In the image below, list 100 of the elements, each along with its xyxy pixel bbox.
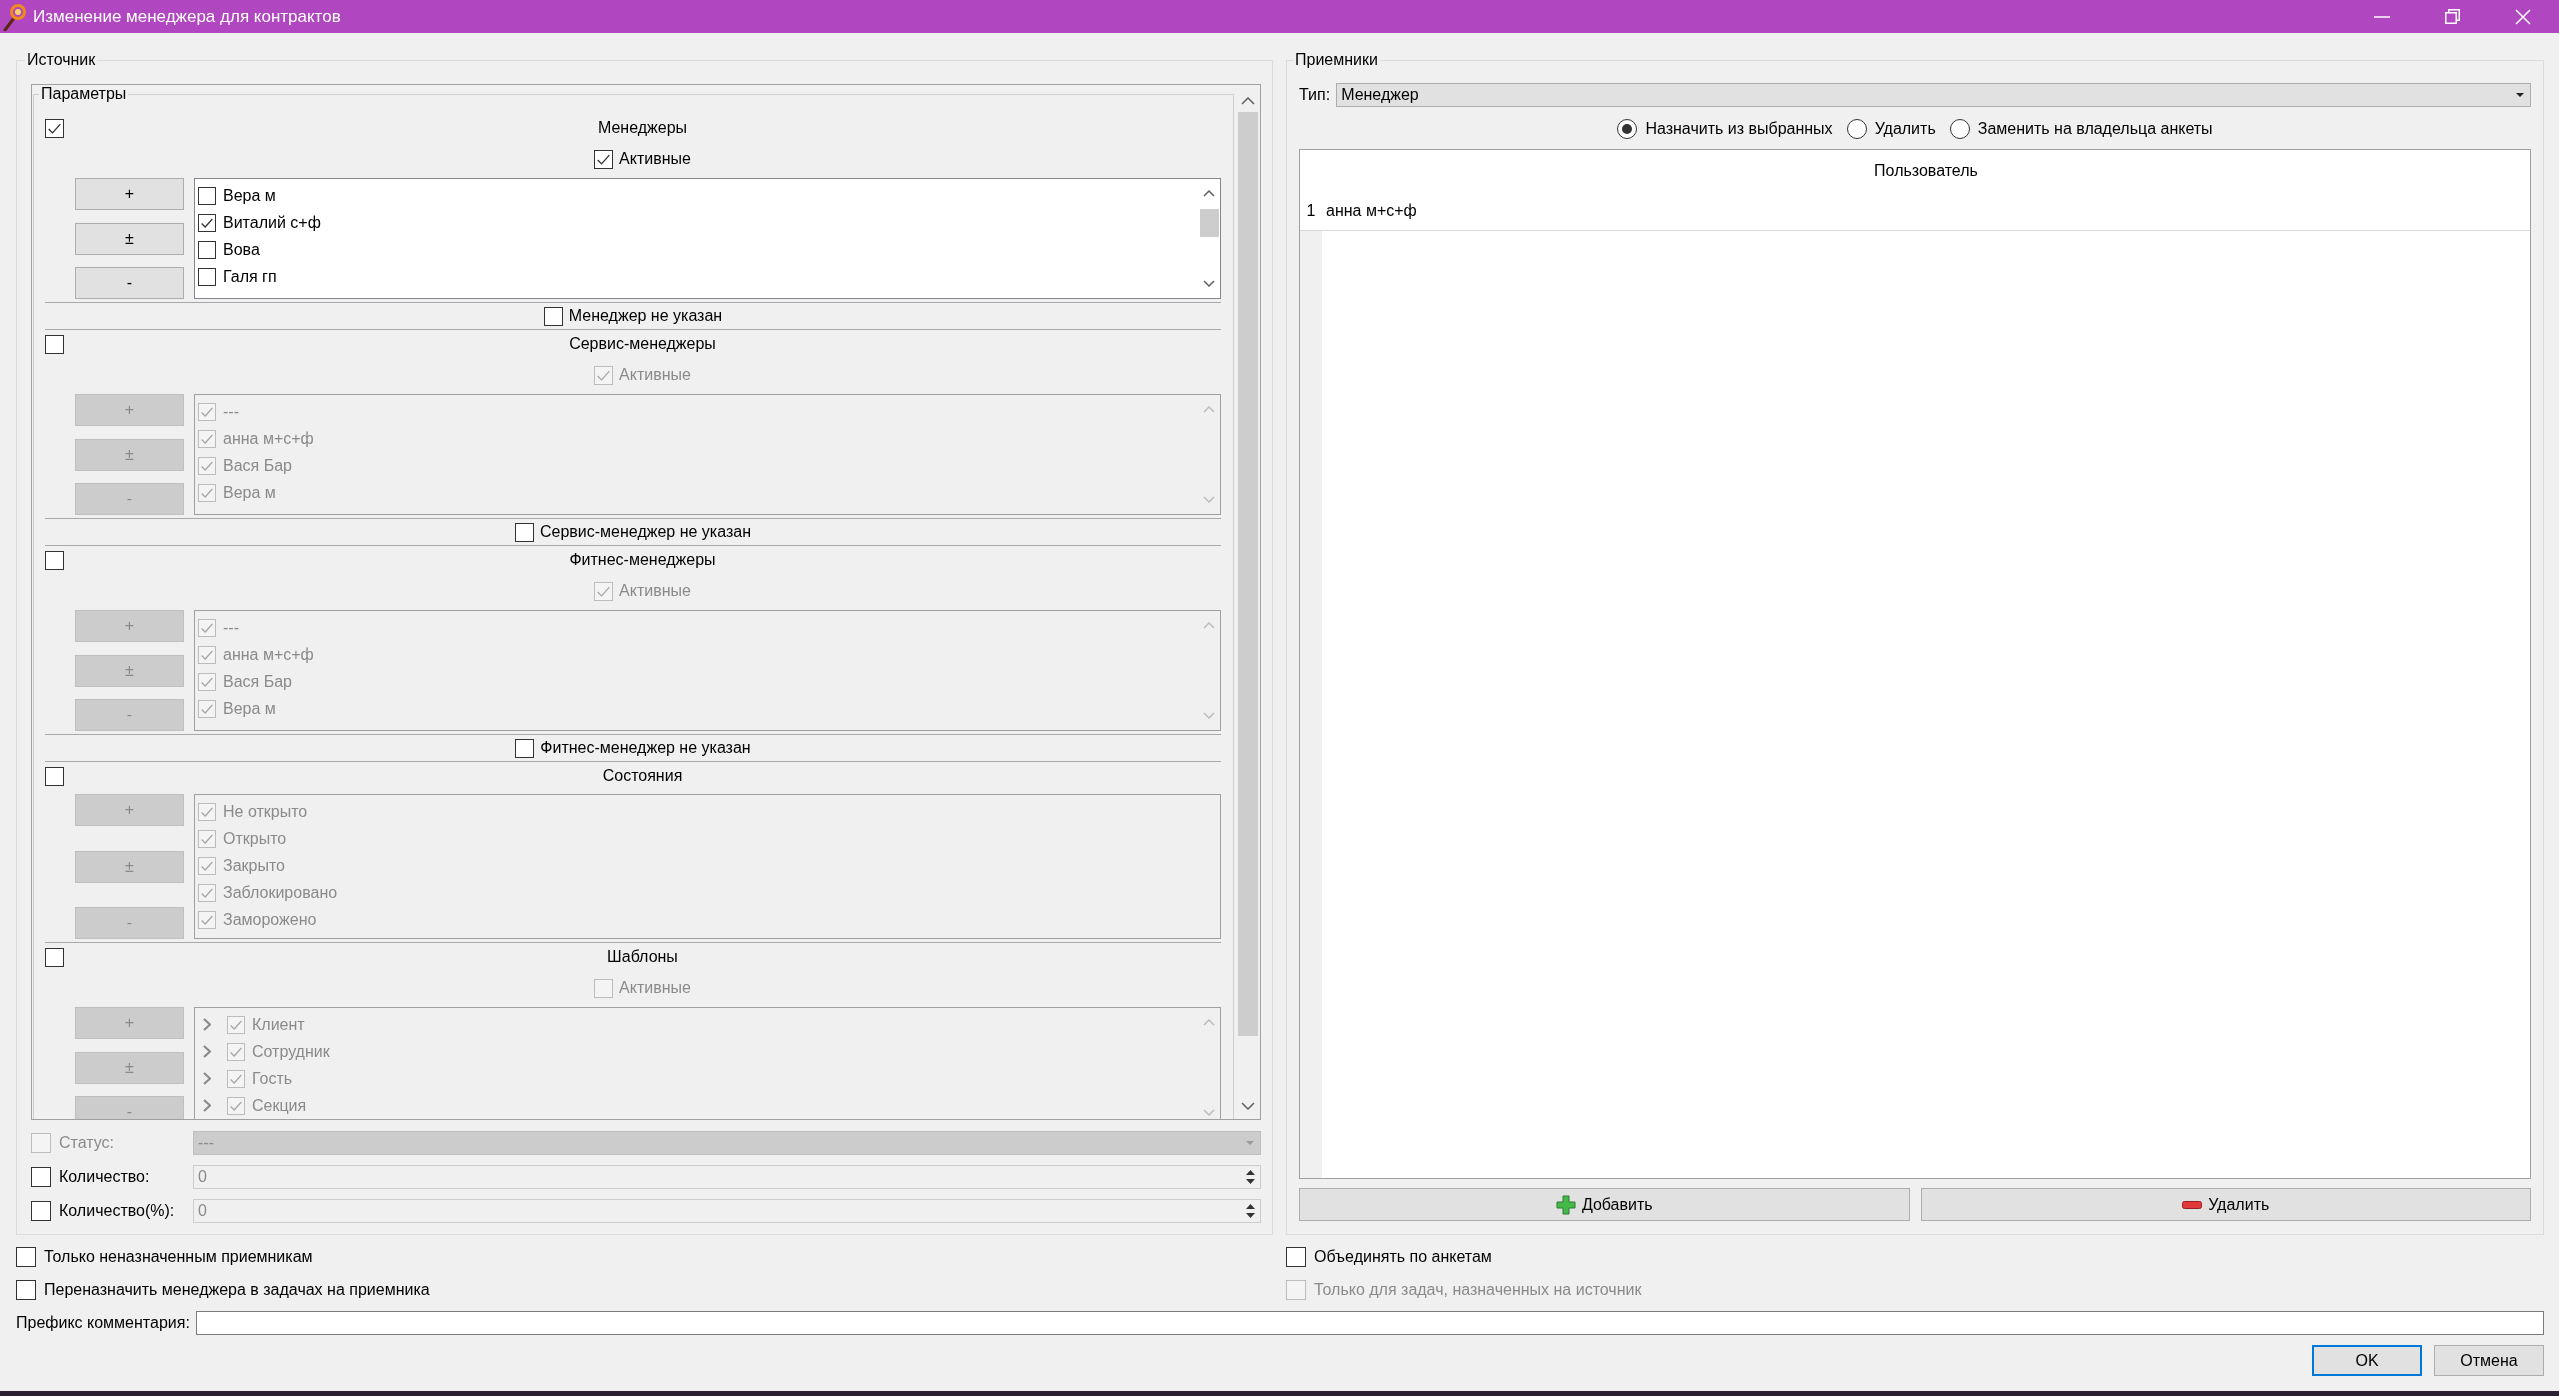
list-action-button[interactable]: - xyxy=(75,267,184,299)
chevron-up-icon[interactable] xyxy=(1240,97,1255,105)
checkbox[interactable] xyxy=(594,581,614,601)
checkbox[interactable] xyxy=(45,118,64,138)
chevron-down-icon[interactable] xyxy=(1203,280,1215,287)
checkbox[interactable] xyxy=(594,149,614,169)
list-action-button[interactable]: + xyxy=(75,178,184,210)
checkbox[interactable] xyxy=(198,186,216,205)
checkmark-icon xyxy=(230,1073,242,1084)
scrollbar-thumb[interactable] xyxy=(1237,112,1258,1036)
number-field[interactable]: 0 xyxy=(193,1199,1261,1223)
scrollbar-thumb[interactable] xyxy=(1199,209,1219,237)
checkmark-icon xyxy=(48,122,61,134)
number-field[interactable]: 0 xyxy=(193,1165,1261,1189)
radio-button[interactable] xyxy=(1846,119,1867,139)
dialog-button[interactable]: OK xyxy=(2312,1345,2422,1376)
column-header[interactable]: Пользователь xyxy=(1322,150,2530,191)
chevron-up-icon[interactable] xyxy=(1203,190,1215,197)
checkbox[interactable] xyxy=(594,978,614,998)
restore-icon[interactable] xyxy=(2445,9,2460,24)
checkbox-label: Объединять по анкетам xyxy=(1314,1248,1492,1266)
checkbox[interactable] xyxy=(16,1247,36,1267)
list-item-label: --- xyxy=(223,618,239,637)
checkbox[interactable] xyxy=(227,1015,245,1034)
dialog-button[interactable]: Отмена xyxy=(2434,1345,2544,1376)
checkbox[interactable] xyxy=(45,766,64,786)
checkbox[interactable] xyxy=(45,947,64,967)
list-item-label: Вася Бар xyxy=(223,672,292,691)
field-label: Префикс комментария: xyxy=(16,1314,191,1332)
checkbox[interactable] xyxy=(198,829,216,848)
checkbox[interactable] xyxy=(227,1042,245,1061)
checkbox-label: Активные xyxy=(619,582,691,600)
radio-button[interactable] xyxy=(1617,119,1638,139)
radio-button[interactable] xyxy=(1949,119,1970,139)
checkbox[interactable] xyxy=(198,699,216,718)
checkbox[interactable] xyxy=(1286,1247,1306,1267)
list-item-label: Виталий с+ф xyxy=(223,213,321,232)
checkbox[interactable] xyxy=(198,883,216,902)
checkbox[interactable] xyxy=(227,1069,245,1088)
section-title: Фитнес-менеджеры xyxy=(569,551,716,569)
checkbox[interactable] xyxy=(198,402,216,421)
list-item-label: Заблокировано xyxy=(223,883,338,902)
checkmark-icon xyxy=(201,460,213,471)
checkbox[interactable] xyxy=(31,1201,51,1221)
checkbox[interactable] xyxy=(16,1280,36,1300)
checkbox[interactable] xyxy=(198,645,216,664)
checkbox[interactable] xyxy=(31,1167,51,1187)
caret-down-icon[interactable] xyxy=(2516,93,2524,97)
checkmark-icon xyxy=(201,833,213,844)
chevron-right-icon[interactable] xyxy=(203,1099,211,1112)
checkmark-icon xyxy=(201,703,213,714)
type-dropdown[interactable]: Менеджер xyxy=(1336,83,2531,107)
spin-arrows-icon[interactable] xyxy=(1246,1169,1255,1185)
chevron-down-icon[interactable] xyxy=(1240,1102,1255,1110)
comment-field[interactable] xyxy=(196,1311,2544,1335)
checkbox[interactable] xyxy=(198,802,216,821)
checkbox[interactable] xyxy=(198,213,216,232)
checkbox-label: Менеджер не указан xyxy=(568,307,723,325)
checkbox[interactable] xyxy=(198,483,216,502)
checkmark-icon xyxy=(230,1046,242,1057)
remove-button[interactable]: Удалить xyxy=(1920,1188,2531,1221)
section-title: Сервис-менеджеры xyxy=(569,335,716,353)
checkbox[interactable] xyxy=(198,456,216,475)
list-item-label: Заморожено xyxy=(223,910,317,929)
checkbox-label: Сервис-менеджер не указан xyxy=(540,523,751,541)
checkbox[interactable] xyxy=(198,856,216,875)
checkbox[interactable] xyxy=(594,365,614,385)
checkbox[interactable] xyxy=(198,910,216,929)
list-item-label: Вера м xyxy=(223,699,276,718)
checkmark-icon xyxy=(201,806,213,817)
spin-arrows-icon[interactable] xyxy=(1246,1203,1255,1219)
checkbox[interactable] xyxy=(515,522,534,542)
chevron-right-icon[interactable] xyxy=(203,1018,211,1031)
close-icon[interactable] xyxy=(2515,8,2531,25)
list-item-label: Вера м xyxy=(223,186,276,205)
group-title: Источник xyxy=(26,51,97,69)
checkbox[interactable] xyxy=(198,618,216,637)
checkmark-icon xyxy=(230,1019,242,1030)
checkbox[interactable] xyxy=(198,240,216,259)
chevron-right-icon[interactable] xyxy=(203,1045,211,1058)
checkmark-icon xyxy=(597,369,611,381)
checkbox[interactable] xyxy=(45,334,64,354)
checkmark-icon xyxy=(201,887,213,898)
checkbox[interactable] xyxy=(45,550,64,570)
add-button[interactable]: Добавить xyxy=(1299,1188,1910,1221)
minimize-icon[interactable] xyxy=(2374,15,2390,18)
field-label: Статус: xyxy=(59,1134,116,1152)
list-item-label: Сотрудник xyxy=(252,1042,330,1061)
checkbox[interactable] xyxy=(198,429,216,448)
list-item-label: Не открыто xyxy=(223,802,308,821)
magnifier-icon xyxy=(2,2,28,31)
checkbox-label: Активные xyxy=(619,150,691,168)
checkbox[interactable] xyxy=(198,267,216,286)
chevron-right-icon[interactable] xyxy=(203,1072,211,1085)
list-action-button[interactable]: ± xyxy=(75,222,184,255)
checkbox[interactable] xyxy=(543,306,563,326)
list-item-label: Гость xyxy=(252,1069,293,1088)
checkbox[interactable] xyxy=(198,672,216,691)
checkbox[interactable] xyxy=(227,1096,245,1115)
checkbox[interactable] xyxy=(515,738,535,758)
